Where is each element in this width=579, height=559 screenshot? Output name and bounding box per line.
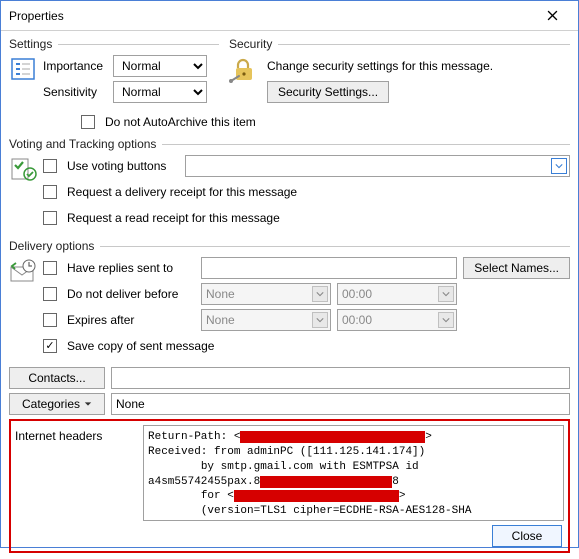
not-before-label: Do not deliver before [67,287,195,301]
chevron-down-icon [84,397,92,411]
expires-date-combo[interactable]: None [201,309,331,331]
chevron-down-icon [438,312,454,328]
save-copy-label: Save copy of sent message [67,339,214,353]
save-copy-checkbox[interactable] [43,339,57,353]
properties-icon [9,55,37,83]
not-before-date-combo[interactable]: None [201,283,331,305]
security-desc: Change security settings for this messag… [267,59,493,73]
delivery-legend: Delivery options [9,239,94,253]
not-before-checkbox[interactable] [43,287,57,301]
headers-textarea[interactable]: Return-Path: <XXXXXXXXXXXXXXXXXXXXXXXXXX… [143,425,564,521]
settings-group: Settings Importance Normal Sensitivity N… [9,37,219,107]
delivery-icon [9,257,37,285]
sensitivity-label: Sensitivity [43,85,107,99]
expires-time-combo[interactable]: 00:00 [337,309,457,331]
delivery-group: Delivery options Have replies sent to Se… [9,239,570,361]
read-receipt-checkbox[interactable] [43,211,57,225]
internet-headers-section: Internet headers Return-Path: <XXXXXXXXX… [9,419,570,553]
have-replies-checkbox[interactable] [43,261,57,275]
chevron-down-icon [551,158,567,174]
voting-icon [9,155,37,183]
importance-label: Importance [43,59,107,73]
chevron-down-icon [312,286,328,302]
autoarchive-label: Do not AutoArchive this item [105,115,256,129]
categories-button[interactable]: Categories [9,393,105,415]
select-names-button[interactable]: Select Names... [463,257,570,279]
chevron-down-icon [438,286,454,302]
titlebar: Properties [1,1,578,31]
have-replies-label: Have replies sent to [67,261,195,275]
contacts-input[interactable] [111,367,570,389]
categories-input[interactable] [111,393,570,415]
contacts-button[interactable]: Contacts... [9,367,105,389]
importance-select[interactable]: Normal [113,55,207,77]
security-settings-button[interactable]: Security Settings... [267,81,389,103]
redacted-text: XXXXXXXXXXXXXXXXXXXXXXXXX [234,490,399,502]
sensitivity-select[interactable]: Normal [113,81,207,103]
delivery-receipt-label: Request a delivery receipt for this mess… [67,185,297,199]
not-before-time-combo[interactable]: 00:00 [337,283,457,305]
voting-buttons-combo[interactable] [185,155,570,177]
redacted-text: XXXXXXXXXXXXXXXXXXXXXXXXXXXX [240,431,425,443]
padlock-icon [229,55,259,85]
use-voting-checkbox[interactable] [43,159,57,173]
redacted-text: XXXXXXXXXXXXXXXXXXXX [260,476,392,488]
voting-group: Voting and Tracking options Use voting b… [9,137,570,233]
headers-legend: Internet headers [15,425,135,521]
autoarchive-checkbox[interactable] [81,115,95,129]
close-button[interactable]: Close [492,525,562,547]
read-receipt-label: Request a read receipt for this message [67,211,280,225]
have-replies-input[interactable] [201,257,457,279]
voting-legend: Voting and Tracking options [9,137,156,151]
security-legend: Security [229,37,272,51]
use-voting-label: Use voting buttons [67,159,179,173]
security-group: Security Change security settings for th… [229,37,570,107]
close-icon[interactable] [534,2,570,30]
settings-legend: Settings [9,37,52,51]
window-title: Properties [9,9,64,23]
chevron-down-icon [312,312,328,328]
delivery-receipt-checkbox[interactable] [43,185,57,199]
expires-label: Expires after [67,313,195,327]
expires-checkbox[interactable] [43,313,57,327]
